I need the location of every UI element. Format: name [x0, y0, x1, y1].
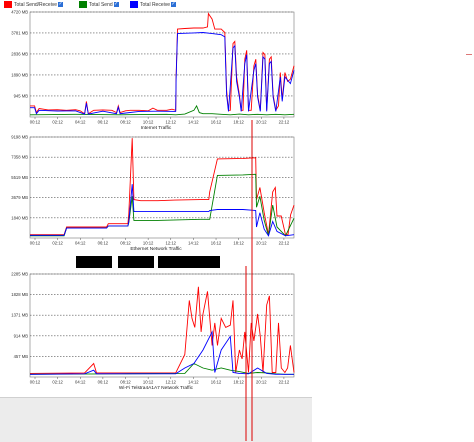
- x-tick-label: 16:12: [211, 241, 222, 246]
- x-tick-label: 06:12: [98, 241, 109, 246]
- y-tick-label: 7358 MB: [11, 155, 28, 160]
- x-tick-label: 12:12: [166, 120, 177, 125]
- x-tick-label: 08:12: [120, 380, 131, 385]
- plot-area: [29, 136, 295, 239]
- x-tick-label: 16:12: [211, 380, 222, 385]
- x-tick-label: 14:12: [188, 241, 199, 246]
- y-tick-label: 9198 MB: [11, 135, 28, 140]
- x-tick-label: 20:12: [256, 120, 267, 125]
- y-tick-label: 1828 MB: [11, 292, 28, 297]
- x-tick-label: 10:12: [143, 120, 154, 125]
- x-tick-label: 06:12: [98, 120, 109, 125]
- x-tick-label: 18:12: [233, 380, 244, 385]
- chart-title: Internet Traffic: [141, 125, 172, 131]
- y-tick-label: 2285 MB: [11, 272, 28, 277]
- plot-area: [29, 273, 295, 378]
- side-marker: [466, 54, 472, 55]
- y-tick-label: 3679 MB: [11, 195, 28, 200]
- x-tick-label: 04:12: [75, 120, 86, 125]
- series-line-1: [29, 286, 295, 374]
- chart-title: Wi-Fi Telstra4A1A7 Network Traffic: [119, 385, 194, 391]
- x-tick-label: 08:12: [120, 241, 131, 246]
- x-tick-label: 12:12: [166, 241, 177, 246]
- traffic-charts: 4720 MB 3781 MB 2836 MB 1890 MB 945 MB 00:12 0…: [11, 10, 295, 391]
- chart-title: Ethernet Network Traffic: [130, 246, 182, 252]
- bottom-panel: [0, 397, 312, 442]
- x-tick-label: 02:12: [52, 380, 63, 385]
- series-line-3: [30, 184, 295, 237]
- x-tick-label: 08:12: [120, 120, 131, 125]
- redaction-bar: [76, 256, 112, 268]
- x-tick-label: 18:12: [233, 120, 244, 125]
- x-tick-label: 00:12: [30, 241, 41, 246]
- y-tick-label: 1371 MB: [11, 313, 28, 318]
- x-tick-label: 12:12: [166, 380, 177, 385]
- x-tick-label: 20:12: [256, 241, 267, 246]
- series-line-1: [30, 12, 295, 115]
- x-tick-label: 18:12: [233, 241, 244, 246]
- x-tick-label: 20:12: [256, 380, 267, 385]
- x-tick-label: 06:12: [98, 380, 109, 385]
- x-tick-label: 02:12: [52, 241, 63, 246]
- series-line-3: [30, 32, 295, 115]
- redaction-bar: [118, 256, 154, 268]
- x-tick-label: 04:12: [75, 380, 86, 385]
- x-tick-label: 16:12: [211, 120, 222, 125]
- y-tick-label: 1840 MB: [11, 215, 28, 220]
- redaction-bar: [158, 256, 220, 268]
- x-tick-label: 10:12: [143, 380, 154, 385]
- y-tick-label: 1890 MB: [11, 72, 28, 77]
- x-tick-label: 22:12: [279, 241, 290, 246]
- x-tick-label: 22:12: [279, 120, 290, 125]
- x-tick-label: 00:12: [30, 380, 41, 385]
- y-tick-label: 945 MB: [14, 93, 29, 98]
- x-tick-label: 04:12: [75, 241, 86, 246]
- x-tick-label: 00:12: [30, 120, 41, 125]
- y-tick-label: 2836 MB: [11, 51, 28, 56]
- x-tick-label: 22:12: [279, 380, 290, 385]
- y-tick-label: 3781 MB: [11, 30, 28, 35]
- y-tick-label: 5519 MB: [11, 175, 28, 180]
- x-tick-label: 14:12: [188, 120, 199, 125]
- x-tick-label: 14:12: [188, 380, 199, 385]
- y-tick-label: 457 MB: [14, 354, 29, 359]
- y-tick-label: 4720 MB: [11, 10, 28, 15]
- x-tick-label: 02:12: [52, 120, 63, 125]
- y-tick-label: 914 MB: [14, 333, 29, 338]
- x-tick-label: 10:12: [143, 241, 154, 246]
